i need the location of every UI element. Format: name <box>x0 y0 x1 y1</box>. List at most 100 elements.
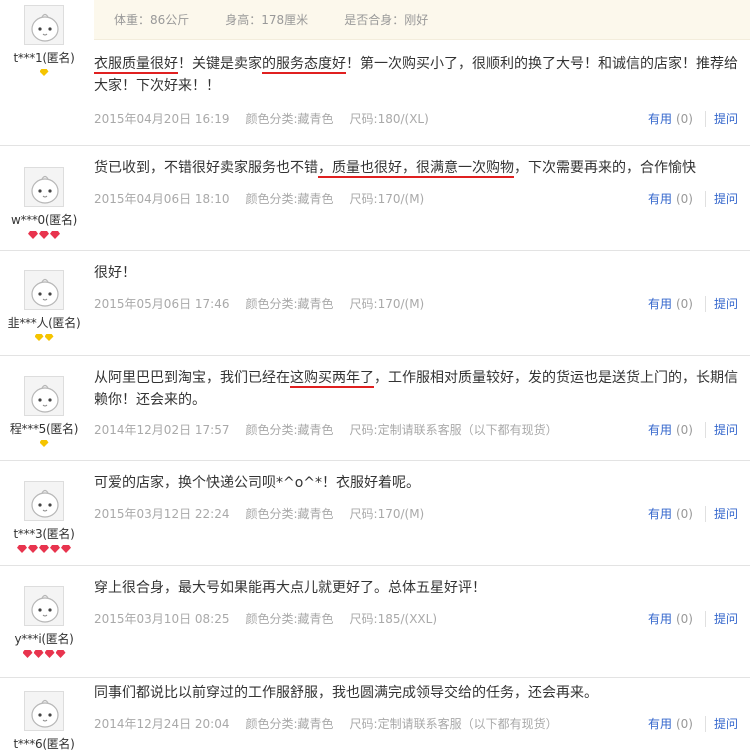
review-separator <box>0 677 750 678</box>
highlighted-text: ，质量也很好， <box>318 160 416 178</box>
review-text-segment: 同事们都说比以前穿过的工作服舒服，我也圆满完成领导交给的任务，还会再来。 <box>94 685 598 701</box>
red-diamond-icon <box>28 231 38 239</box>
reviewer: t***3(匿名) <box>0 481 88 555</box>
review-meta: 2015年04月06日 18:10 颜色分类:藏青色 尺码:170/(M) <box>94 190 440 207</box>
review-meta: 2015年04月20日 16:19 颜色分类:藏青色 尺码:180/(XL) <box>94 110 445 127</box>
red-diamond-icon <box>33 650 44 658</box>
reputation-badges <box>0 545 88 555</box>
review-text: 同事们都说比以前穿过的工作服舒服，我也圆满完成领导交给的任务，还会再来。 <box>94 682 744 704</box>
divider <box>704 421 706 438</box>
useful-count: (0) <box>675 611 693 626</box>
review-separator <box>0 355 750 356</box>
ask-link[interactable]: 提问 <box>714 610 738 627</box>
size-variant: 尺码:170/(M) <box>349 192 425 206</box>
review-separator <box>0 145 750 146</box>
color-variant: 颜色分类:藏青色 <box>245 112 334 126</box>
reputation-badges <box>0 650 88 660</box>
size-variant: 尺码:170/(M) <box>349 297 425 311</box>
size-variant: 尺码:定制请联系客服（以下都有现货） <box>349 717 558 731</box>
size-variant: 尺码:180/(XL) <box>349 112 429 126</box>
ask-link[interactable]: 提问 <box>714 110 738 127</box>
reviewer-name: y***i(匿名) <box>14 632 74 646</box>
review-date: 2014年12月02日 17:57 <box>94 423 230 437</box>
size-variant: 尺码:定制请联系客服（以下都有现货） <box>349 423 558 437</box>
divider <box>704 110 706 127</box>
review-separator <box>0 460 750 461</box>
useful-count: (0) <box>675 506 693 521</box>
avatar[interactable] <box>24 167 64 207</box>
red-diamond-icon <box>61 545 71 553</box>
useful-link[interactable]: 有用 <box>648 610 672 627</box>
review-separator <box>0 250 750 251</box>
avatar[interactable] <box>24 586 64 626</box>
review-text-segment: 很好！ <box>94 265 136 281</box>
ask-link[interactable]: 提问 <box>714 715 738 732</box>
red-diamond-icon <box>44 650 55 658</box>
red-diamond-icon <box>50 231 60 239</box>
review-text-segment: 穿上很合身，最大号如果能再大点儿就更好了。总体五星好评！ <box>94 580 486 596</box>
red-diamond-icon <box>55 650 66 658</box>
review-text-segment: ！关键是卖家 <box>178 56 262 72</box>
useful-count: (0) <box>675 191 693 206</box>
yellow-diamond-icon <box>44 334 54 341</box>
review-date: 2015年04月20日 16:19 <box>94 112 230 126</box>
reviewer: t***1(匿名) <box>0 5 88 79</box>
ask-link[interactable]: 提问 <box>714 190 738 207</box>
useful-count: (0) <box>675 716 693 731</box>
reputation-badges <box>0 231 88 241</box>
size-variant: 尺码:185/(XXL) <box>349 612 438 626</box>
review-meta: 2014年12月24日 20:04 颜色分类:藏青色 尺码:定制请联系客服（以下都有… <box>94 715 574 732</box>
yellow-diamond-icon <box>39 69 49 76</box>
highlighted-text: 很满意一次购物 <box>416 160 514 178</box>
divider <box>704 505 706 522</box>
review-actions: 有用 (0) 提问 <box>648 295 738 312</box>
yellow-diamond-icon <box>34 334 44 341</box>
review-text: 衣服质量很好！关键是卖家的服务态度好！第一次购买小了，很顺利的换了大号！和诚信的… <box>94 53 744 97</box>
avatar[interactable] <box>24 481 64 521</box>
ask-link[interactable]: 提问 <box>714 295 738 312</box>
avatar-face-icon <box>25 168 63 206</box>
color-variant: 颜色分类:藏青色 <box>245 717 334 731</box>
avatar-face-icon <box>25 271 63 309</box>
ask-link[interactable]: 提问 <box>714 505 738 522</box>
avatar[interactable] <box>24 270 64 310</box>
avatar-face-icon <box>25 482 63 520</box>
reviewer: 程***5(匿名) <box>0 376 88 450</box>
avatar-face-icon <box>25 587 63 625</box>
reputation-badges <box>0 69 88 79</box>
size-variant: 尺码:170/(M) <box>349 507 425 521</box>
ask-link[interactable]: 提问 <box>714 421 738 438</box>
review-actions: 有用 (0) 提问 <box>648 421 738 438</box>
reviewer: 韭***人(匿名) <box>0 270 88 344</box>
reputation-badges <box>0 334 88 344</box>
highlighted-text: 这购买两年了 <box>290 370 374 388</box>
reviewer-name: t***6(匿名) <box>13 737 75 751</box>
highlighted-text: 衣服质量很好 <box>94 56 178 74</box>
divider <box>704 295 706 312</box>
useful-count: (0) <box>675 422 693 437</box>
avatar[interactable] <box>24 691 64 731</box>
color-variant: 颜色分类:藏青色 <box>245 192 334 206</box>
divider <box>704 715 706 732</box>
review-meta: 2015年05月06日 17:46 颜色分类:藏青色 尺码:170/(M) <box>94 295 440 312</box>
avatar[interactable] <box>24 5 64 45</box>
useful-link[interactable]: 有用 <box>648 505 672 522</box>
useful-link[interactable]: 有用 <box>648 190 672 207</box>
useful-link[interactable]: 有用 <box>648 110 672 127</box>
useful-link[interactable]: 有用 <box>648 421 672 438</box>
avatar[interactable] <box>24 376 64 416</box>
color-variant: 颜色分类:藏青色 <box>245 612 334 626</box>
review-actions: 有用 (0) 提问 <box>648 610 738 627</box>
review-text: 穿上很合身，最大号如果能再大点儿就更好了。总体五星好评！ <box>94 577 744 599</box>
review-date: 2015年05月06日 17:46 <box>94 297 230 311</box>
height-info: 身高：178厘米 <box>225 13 309 27</box>
review-separator <box>0 565 750 566</box>
body-info-bar: 体重：86公斤 身高：178厘米 是否合身：刚好 <box>94 0 750 40</box>
review-text: 货已收到，不错很好卖家服务也不错，质量也很好，很满意一次购物，下次需要再来的，合… <box>94 157 744 179</box>
red-diamond-icon <box>22 650 33 658</box>
avatar-face-icon <box>25 377 63 415</box>
useful-link[interactable]: 有用 <box>648 715 672 732</box>
red-diamond-icon <box>28 545 38 553</box>
useful-link[interactable]: 有用 <box>648 295 672 312</box>
review-date: 2015年03月12日 22:24 <box>94 507 230 521</box>
